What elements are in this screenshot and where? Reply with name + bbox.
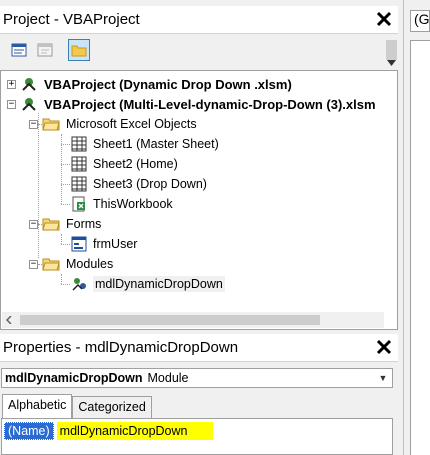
vertical-scrollbar[interactable]: [385, 36, 398, 70]
scroll-left-icon[interactable]: [6, 316, 12, 324]
folder-open-icon: [42, 218, 60, 231]
properties-titlebar: Properties - mdlDynamicDropDown: [0, 334, 398, 362]
project-close-button[interactable]: [373, 8, 395, 30]
property-key: (Name): [4, 422, 54, 440]
properties-tabs: Alphabetic Categorized: [2, 394, 152, 418]
collapse-icon[interactable]: −: [7, 99, 16, 109]
tree-project-1-label: VBAProject (Dynamic Drop Down .xlsm): [44, 76, 292, 92]
folder-open-icon: [42, 118, 60, 131]
tree-item-label: Sheet3 (Drop Down): [93, 177, 207, 191]
properties-title: Properties - mdlDynamicDropDown: [3, 339, 239, 356]
close-icon: [376, 339, 392, 355]
view-object-button[interactable]: [34, 39, 56, 61]
folder-open-icon: [42, 258, 60, 271]
horizontal-scrollbar[interactable]: [2, 312, 384, 328]
tree-project-1[interactable]: + VBAProject (Dynamic Drop Down .xlsm): [7, 74, 294, 94]
tab-categorized[interactable]: Categorized: [72, 396, 152, 418]
userform-icon: [71, 236, 87, 252]
view-code-button[interactable]: [8, 39, 30, 61]
tree-item-label: mdlDynamicDropDown: [93, 276, 225, 292]
tree-folder-forms[interactable]: − Forms: [29, 214, 103, 234]
tree-project-2-label: VBAProject (Multi-Level-dynamic-Drop-Dow…: [44, 96, 376, 112]
tree-folder-label: Microsoft Excel Objects: [66, 117, 197, 131]
toggle-folders-button[interactable]: [68, 39, 90, 61]
property-value-input[interactable]: mdlDynamicDropDown: [56, 422, 213, 440]
project-toolbar: [0, 36, 398, 70]
code-editor[interactable]: [410, 40, 430, 455]
tree-item-sheet1[interactable]: Sheet1 (Master Sheet): [71, 134, 221, 154]
scrollbar-thumb[interactable]: [20, 315, 320, 325]
object-name: mdlDynamicDropDown: [5, 371, 143, 385]
worksheet-icon: [71, 136, 87, 152]
vba-project-icon: [22, 78, 36, 91]
tree-item-label: frmUser: [93, 237, 138, 251]
project-tree[interactable]: + VBAProject (Dynamic Drop Down .xlsm) −…: [0, 70, 398, 330]
view-code-icon: [11, 43, 27, 57]
chevron-down-icon[interactable]: ▼: [375, 370, 391, 386]
property-row-name[interactable]: (Name) mdlDynamicDropDown: [4, 421, 213, 441]
folder-icon: [71, 45, 87, 57]
tree-folder-label: Modules: [66, 257, 114, 271]
worksheet-icon: [71, 156, 87, 172]
collapse-icon[interactable]: −: [29, 219, 38, 229]
tree-folder-excel-objects[interactable]: − Microsoft Excel Objects: [29, 114, 199, 134]
tree-folder-modules[interactable]: − Modules: [29, 254, 115, 274]
scroll-down-icon[interactable]: [387, 60, 396, 66]
tree-folder-label: Forms: [66, 217, 102, 231]
workbook-icon: [72, 196, 85, 212]
collapse-icon[interactable]: −: [29, 259, 38, 269]
tree-item-label: Sheet2 (Home): [93, 157, 178, 171]
code-object-combo[interactable]: (G: [410, 10, 430, 32]
project-explorer-title: Project - VBAProject: [3, 11, 140, 28]
tree-item-label: Sheet1 (Master Sheet): [93, 137, 219, 151]
properties-grid: (Name) mdlDynamicDropDown: [1, 418, 393, 455]
vba-project-icon: [22, 98, 36, 111]
object-type: Module: [147, 371, 189, 385]
collapse-icon[interactable]: −: [29, 119, 38, 129]
tree-project-2[interactable]: − VBAProject (Multi-Level-dynamic-Drop-D…: [7, 94, 378, 114]
tab-alphabetic[interactable]: Alphabetic: [2, 394, 73, 418]
tree-item-module[interactable]: mdlDynamicDropDown: [71, 274, 225, 294]
properties-close-button[interactable]: [373, 336, 395, 358]
close-icon: [376, 11, 392, 27]
worksheet-icon: [71, 176, 87, 192]
tree-item-sheet2[interactable]: Sheet2 (Home): [71, 154, 180, 174]
tree-item-label: ThisWorkbook: [93, 197, 173, 211]
view-object-icon: [37, 43, 53, 57]
object-selector[interactable]: mdlDynamicDropDown Module ▼: [1, 368, 393, 388]
module-icon: [72, 278, 86, 291]
tree-item-thisworkbook[interactable]: ThisWorkbook: [71, 194, 175, 214]
project-explorer-titlebar: Project - VBAProject: [0, 6, 398, 34]
tree-item-frmuser[interactable]: frmUser: [71, 234, 139, 254]
expand-icon[interactable]: +: [7, 79, 16, 89]
tree-item-sheet3[interactable]: Sheet3 (Drop Down): [71, 174, 209, 194]
